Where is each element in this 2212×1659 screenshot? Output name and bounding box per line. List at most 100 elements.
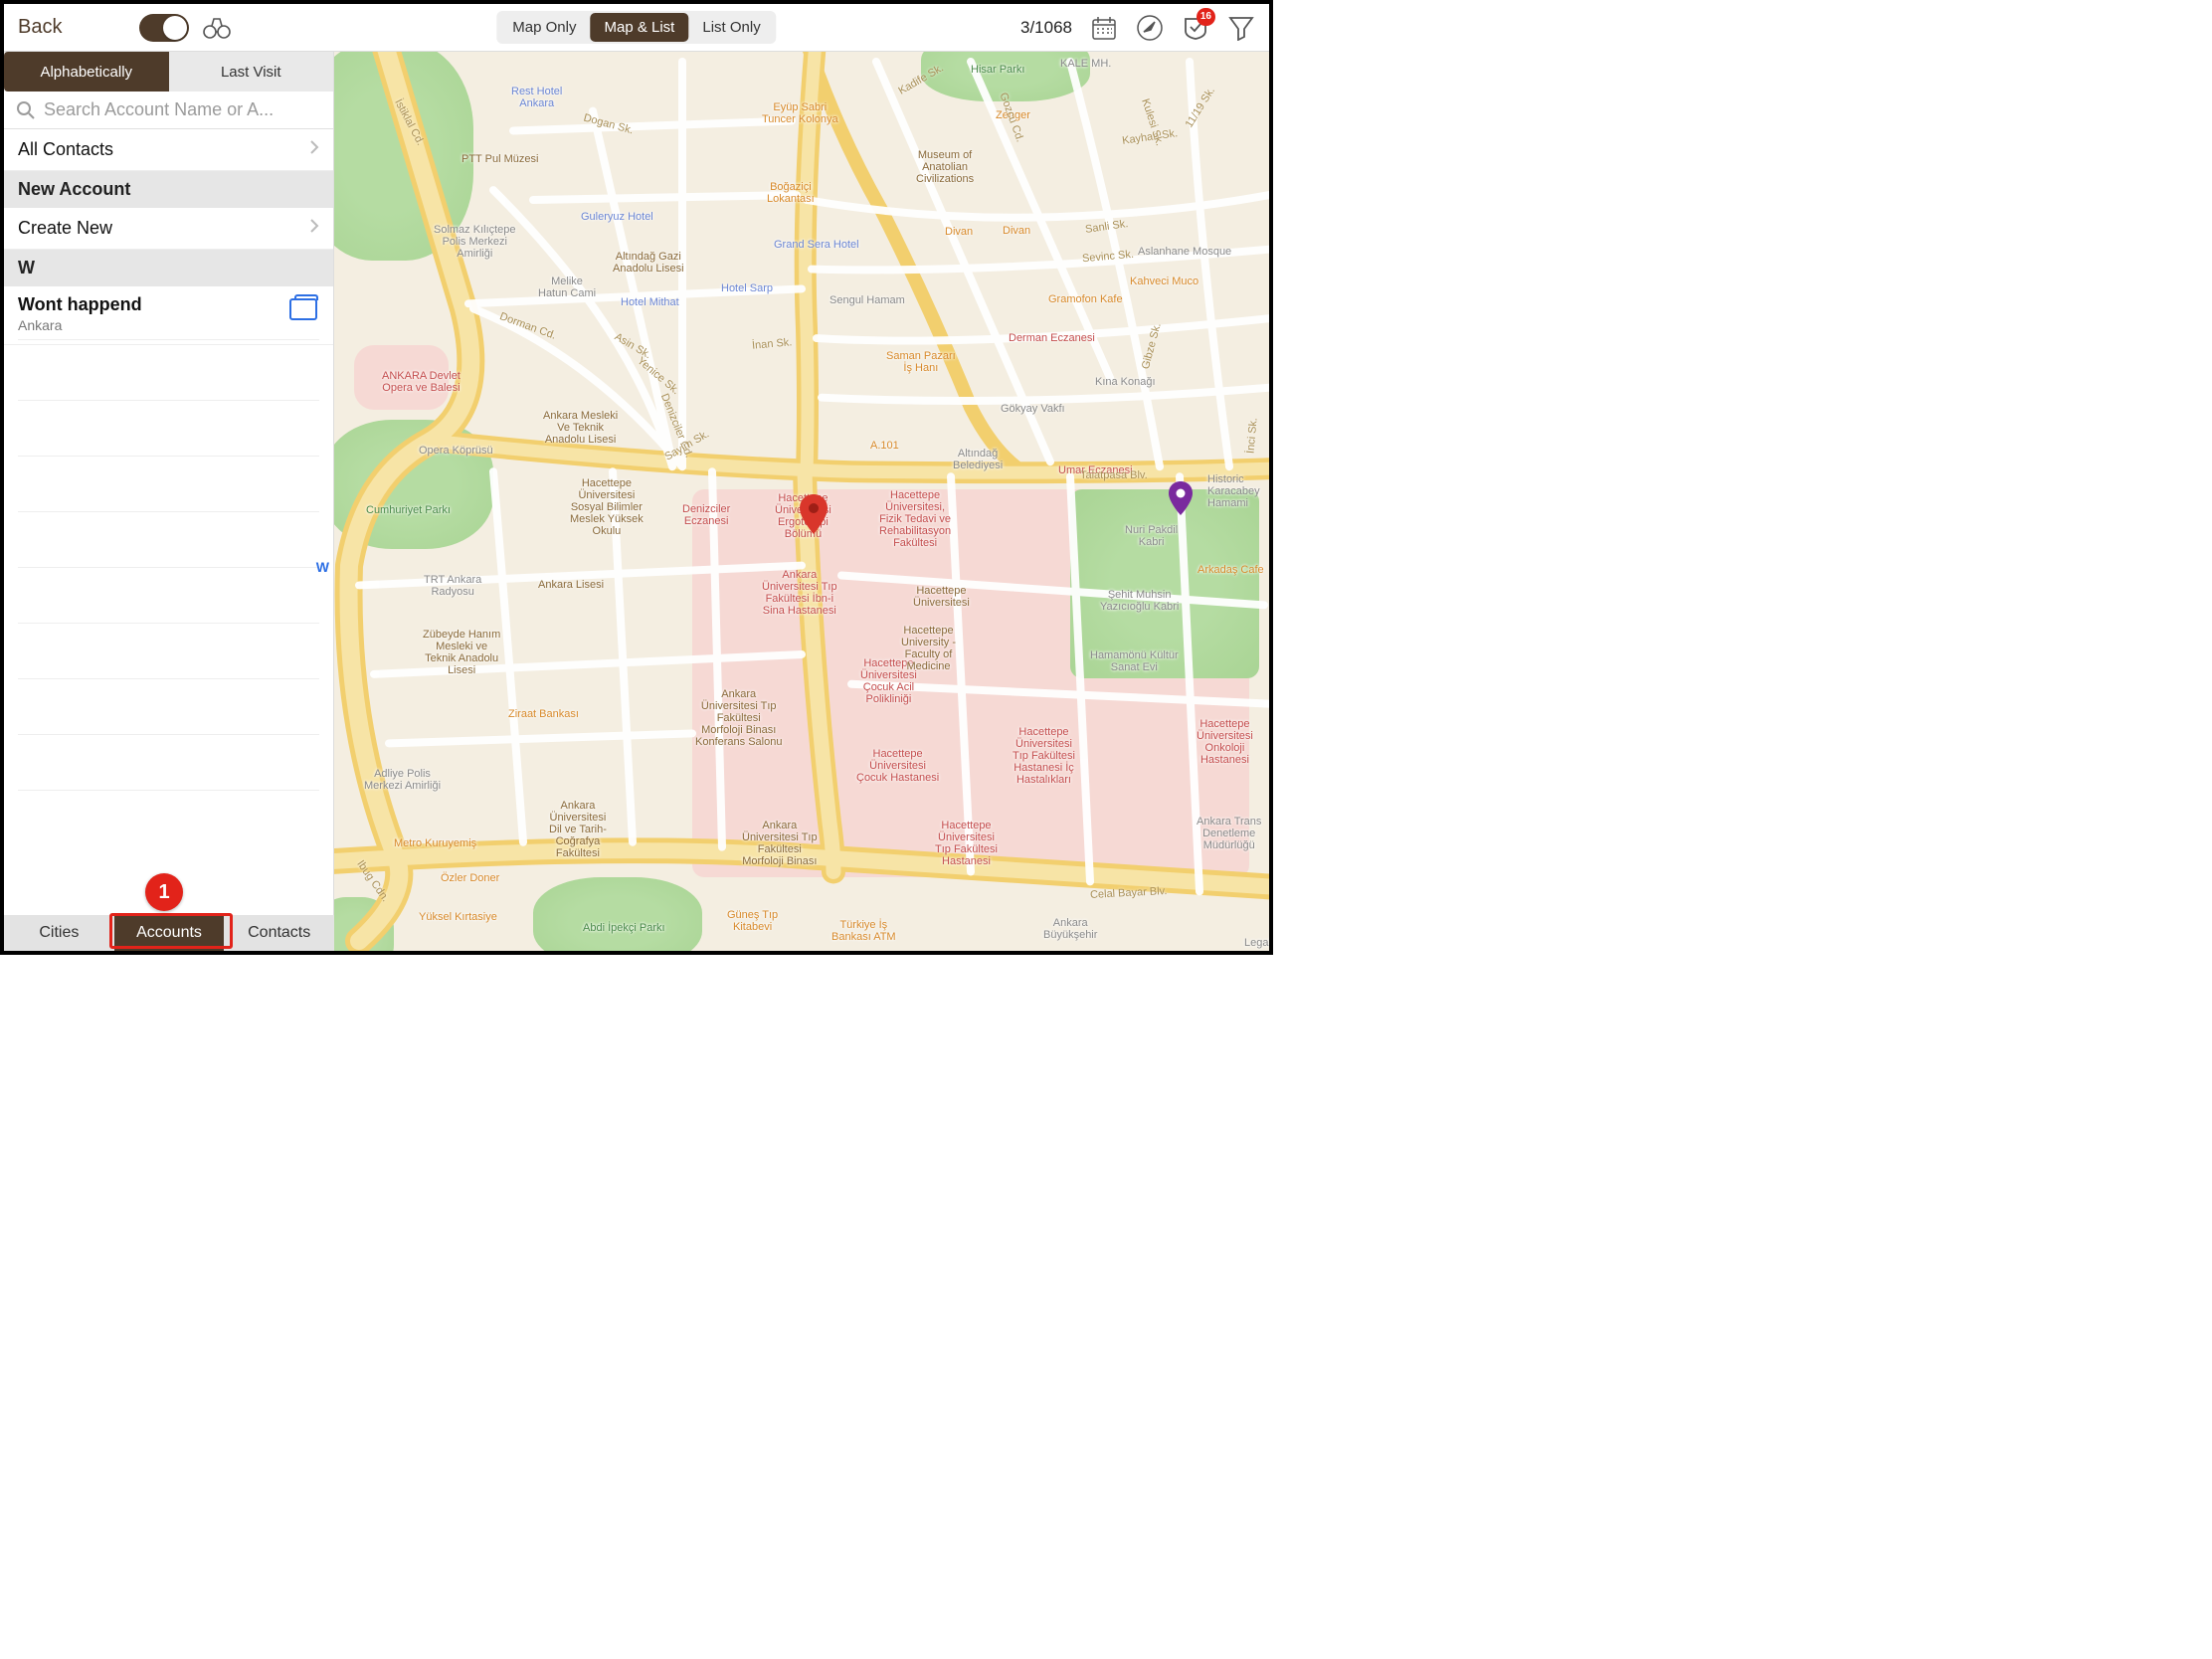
map-panel[interactable]: Rest HotelAnkara PTT Pul Müzesi Solmaz Kıl… bbox=[334, 52, 1269, 951]
poi-label: Şehit MuhsinYazıcıoğlu Kabri bbox=[1100, 589, 1179, 613]
filter-funnel-icon[interactable] bbox=[1227, 14, 1255, 42]
calendar-icon[interactable] bbox=[1090, 14, 1118, 42]
poi-label: Grand Sera Hotel bbox=[774, 239, 859, 251]
poi-label: MelikeHatun Cami bbox=[538, 276, 596, 299]
poi-label: AltındağBelediyesi bbox=[953, 448, 1003, 471]
card-stack-icon bbox=[289, 298, 317, 320]
search-icon bbox=[16, 100, 36, 120]
section-w: W bbox=[4, 250, 333, 286]
poi-label: HacettepeÜniversitesiTıp FakültesiHastan… bbox=[1013, 726, 1075, 786]
poi-label: Divan bbox=[945, 226, 973, 238]
poi-label: AnkaraÜniversitesi TıpFakültesi İbn-iSin… bbox=[762, 569, 837, 617]
poi-label: AnkaraÜniversitesi TıpFakültesiMorfoloji… bbox=[742, 820, 818, 867]
poi-label: Opera Köprüsü bbox=[419, 445, 493, 457]
poi-label: HacettepeÜniversitesiSosyal BilimlerMesl… bbox=[570, 477, 644, 537]
tab-accounts[interactable]: Accounts bbox=[114, 915, 225, 951]
poi-label: Sengul Hamam bbox=[830, 294, 905, 306]
annotation-marker: 1 bbox=[145, 873, 183, 911]
chevron-right-icon bbox=[309, 218, 319, 239]
street-label: Talatpasa Blv. bbox=[1080, 469, 1148, 481]
poi-label: Hamamönü KültürSanat Evi bbox=[1090, 649, 1179, 673]
poi-label: HistoricKaracabeyHamami bbox=[1207, 473, 1260, 509]
poi-label: Cumhuriyet Parkı bbox=[366, 504, 451, 516]
seg-list-only[interactable]: List Only bbox=[688, 13, 774, 42]
poi-label: TRT AnkaraRadyosu bbox=[424, 574, 481, 598]
index-letter[interactable]: W bbox=[316, 559, 329, 575]
poi-label: Zübeyde HanımMesleki veTeknik AnadoluLis… bbox=[423, 629, 500, 676]
poi-label: Ankara MeslekiVe TeknikAnadolu Lisesi bbox=[543, 410, 618, 446]
poi-label: AnkaraÜniversitesi TıpFakültesiMorfoloji… bbox=[695, 688, 782, 748]
poi-label: HacettepeÜniversitesi,Fizik Tedavi veReh… bbox=[879, 489, 951, 549]
result-counter: 3/1068 bbox=[1020, 18, 1072, 38]
poi-label: AnkaraÜniversitesiDil ve Tarih-CoğrafyaF… bbox=[549, 800, 607, 859]
poi-label: Solmaz KılıçtepePolis MerkeziAmirliği bbox=[434, 224, 516, 260]
create-new-label: Create New bbox=[18, 218, 112, 239]
poi-label: Guleryuz Hotel bbox=[581, 211, 653, 223]
poi-label: Özler Doner bbox=[441, 872, 499, 884]
poi-label: DenizcilerEczanesi bbox=[682, 503, 730, 527]
poi-label: Divan bbox=[1003, 225, 1030, 237]
poi-label: Abdi İpekçi Parkı bbox=[583, 922, 665, 934]
poi-label: Gökyay Vakfı bbox=[1001, 403, 1065, 415]
row-all-contacts[interactable]: All Contacts bbox=[4, 129, 333, 171]
poi-label: Kahveci Muco bbox=[1130, 276, 1198, 287]
poi-label: Hotel Sarp bbox=[721, 282, 773, 294]
row-create-new[interactable]: Create New bbox=[4, 208, 333, 250]
seg-map-list[interactable]: Map & List bbox=[590, 13, 688, 42]
poi-label: Saman Pazarıİş Hanı bbox=[886, 350, 956, 374]
poi-label: ANKARA DevletOpera ve Balesi bbox=[382, 370, 461, 394]
poi-label: HacettepeÜniversitesiTıp FakültesiHastan… bbox=[935, 820, 998, 867]
inbox-badge: 16 bbox=[1197, 8, 1215, 26]
tab-contacts[interactable]: Contacts bbox=[224, 915, 334, 951]
view-toggle[interactable] bbox=[139, 14, 189, 42]
poi-label: Ziraat Bankası bbox=[508, 708, 579, 720]
poi-label: A.101 bbox=[870, 440, 899, 452]
bottom-tabs: Cities Accounts Contacts bbox=[4, 915, 334, 951]
tab-cities[interactable]: Cities bbox=[4, 915, 114, 951]
sort-tabs: Alphabetically Last Visit bbox=[4, 52, 333, 92]
poi-label: Kına Konağı bbox=[1095, 376, 1156, 388]
poi-label: KALE MH. bbox=[1060, 58, 1111, 70]
poi-label: Yüksel Kırtasiye bbox=[419, 911, 497, 923]
search-input[interactable] bbox=[44, 99, 321, 120]
poi-label: Rest HotelAnkara bbox=[511, 86, 562, 109]
inbox-check-icon[interactable]: 16 bbox=[1182, 14, 1209, 42]
poi-label: Derman Eczanesi bbox=[1009, 332, 1095, 344]
poi-label: Hisar Parkı bbox=[971, 64, 1024, 76]
binoculars-icon[interactable] bbox=[203, 14, 231, 42]
poi-label: BoğaziçiLokantası bbox=[767, 181, 815, 205]
poi-label: Güneş TıpKitabevi bbox=[727, 909, 778, 933]
poi-label: Ankara Lisesi bbox=[538, 579, 604, 591]
account-title: Wont happend bbox=[18, 294, 319, 315]
poi-label: Museum ofAnatolianCivilizations bbox=[916, 149, 974, 185]
poi-label: Adliye PolisMerkezi Amirliği bbox=[364, 768, 441, 792]
poi-label: Arkadaş Cafe bbox=[1198, 564, 1264, 576]
poi-label: Altındağ GaziAnadolu Lisesi bbox=[613, 251, 684, 275]
chevron-right-icon bbox=[309, 139, 319, 160]
location-arrow-icon[interactable] bbox=[1136, 14, 1164, 42]
all-contacts-label: All Contacts bbox=[18, 139, 113, 160]
poi-label: AnkaraBüyükşehir bbox=[1043, 917, 1097, 941]
poi-label: Aslanhane Mosque bbox=[1138, 246, 1231, 258]
account-row[interactable]: Wont happend Ankara bbox=[4, 286, 333, 345]
empty-rows bbox=[4, 345, 333, 791]
poi-label: Türkiye İşBankası ATM bbox=[831, 919, 896, 943]
poi-label: HacettepeÜniversitesi bbox=[913, 585, 970, 609]
poi-label: PTT Pul Müzesi bbox=[461, 153, 538, 165]
poi-label: HacettepeÜniversitesiÇocuk Hastanesi bbox=[856, 748, 939, 784]
poi-label: Hotel Mithat bbox=[621, 296, 679, 308]
toolbar-right: 3/1068 16 bbox=[1020, 14, 1255, 42]
poi-label: HacettepeUniversity -Faculty ofMedicine bbox=[901, 625, 956, 672]
map-pin-purple[interactable] bbox=[1168, 481, 1194, 507]
seg-map-only[interactable]: Map Only bbox=[498, 13, 590, 42]
search-row bbox=[4, 92, 333, 129]
back-button[interactable]: Back bbox=[18, 16, 62, 39]
section-new-account: New Account bbox=[4, 171, 333, 208]
view-mode-segmented: Map Only Map & List List Only bbox=[496, 11, 776, 44]
map-pin-red[interactable] bbox=[799, 494, 825, 520]
top-toolbar: Back Map Only Map & List List Only 3/106… bbox=[4, 4, 1269, 52]
poi-label: Nuri PakdilKabri bbox=[1125, 524, 1178, 548]
sidebar: Alphabetically Last Visit All Contacts N… bbox=[4, 52, 334, 915]
sort-tab-alphabetically[interactable]: Alphabetically bbox=[4, 52, 169, 92]
sort-tab-last-visit[interactable]: Last Visit bbox=[169, 52, 334, 92]
